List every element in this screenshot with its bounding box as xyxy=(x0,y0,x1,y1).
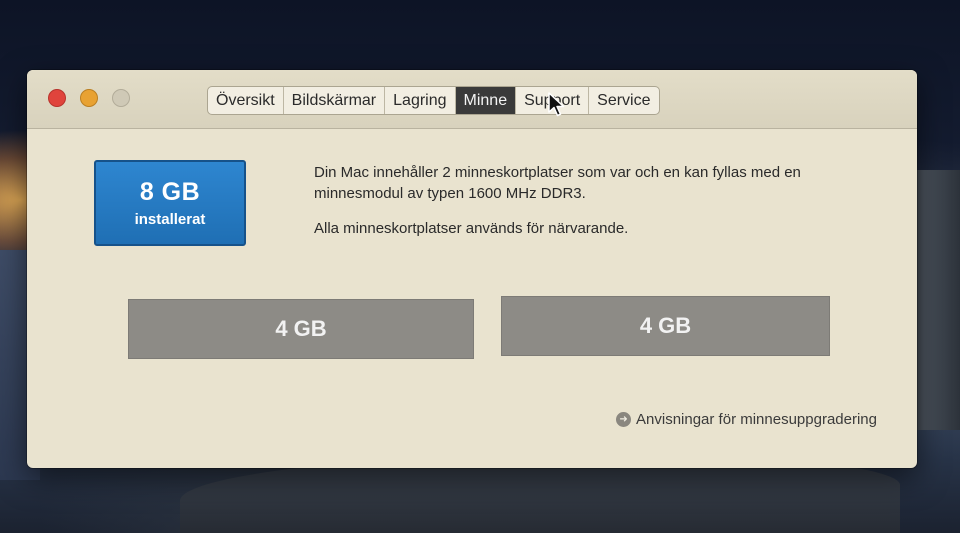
tab-minne[interactable]: Minne xyxy=(455,87,517,114)
memory-upgrade-link-label: Anvisningar för minnesuppgradering xyxy=(636,411,877,428)
tab-bildskarmar[interactable]: Bildskärmar xyxy=(284,87,386,114)
memory-description-block: Din Mac innehåller 2 minneskortplatser s… xyxy=(314,162,834,239)
tab-oversikt[interactable]: Översikt xyxy=(208,87,284,114)
zoom-button xyxy=(112,89,130,107)
mouse-cursor-icon xyxy=(548,92,565,117)
desktop-background: Översikt Bildskärmar Lagring Minne Suppo… xyxy=(0,0,960,533)
memory-slots-note: Alla minneskortplatser används för närva… xyxy=(314,220,629,237)
memory-description: Din Mac innehåller 2 minneskortplatser s… xyxy=(314,164,801,202)
about-this-mac-window: Översikt Bildskärmar Lagring Minne Suppo… xyxy=(27,70,917,468)
installed-memory-badge: 8 GB installerat xyxy=(94,160,246,246)
minimize-button[interactable] xyxy=(80,89,98,107)
tab-service[interactable]: Service xyxy=(589,87,658,114)
window-titlebar: Översikt Bildskärmar Lagring Minne Suppo… xyxy=(27,70,917,129)
memory-slot-2: 4 GB xyxy=(501,296,830,356)
installed-memory-label: installerat xyxy=(134,211,206,228)
memory-slot-1: 4 GB xyxy=(128,299,474,359)
tab-lagring[interactable]: Lagring xyxy=(385,87,456,114)
arrow-circle-icon: ➜ xyxy=(616,412,632,427)
installed-memory-size: 8 GB xyxy=(139,178,201,206)
memory-upgrade-link[interactable]: ➜ Anvisningar för minnesuppgradering xyxy=(616,411,877,428)
close-button[interactable] xyxy=(48,89,66,107)
tab-bar: Översikt Bildskärmar Lagring Minne Suppo… xyxy=(207,86,660,115)
